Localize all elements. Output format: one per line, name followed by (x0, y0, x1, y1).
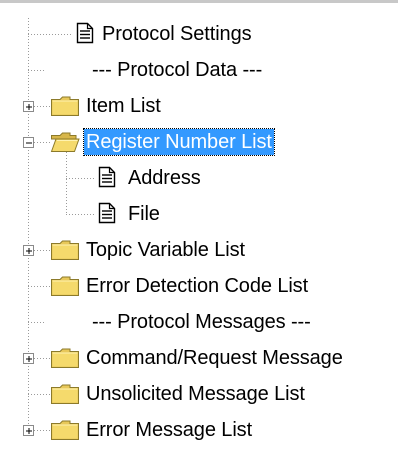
folder-icon (50, 274, 80, 298)
tree-item-label: Unsolicited Message List (86, 383, 305, 405)
tree-item-file[interactable]: File (98, 196, 162, 232)
tree-item-item-list[interactable]: Item List (50, 88, 163, 124)
tree-item-label: --- Protocol Data --- (92, 59, 263, 81)
open-folder-icon (50, 130, 80, 154)
tree-item-protocol-messages-separator[interactable]: --- Protocol Messages --- (90, 304, 313, 340)
folder-icon (50, 94, 80, 118)
folder-icon (50, 346, 80, 370)
tree-item-label: Error Message List (86, 419, 253, 441)
tree-item-label: Register Number List (83, 128, 275, 156)
tree-item-label: Protocol Settings (102, 23, 252, 45)
tree-item-topic-variable-list[interactable]: Topic Variable List (50, 232, 247, 268)
document-icon (98, 166, 116, 190)
tree-item-label: Error Detection Code List (86, 275, 309, 297)
tree-item-label: File (128, 203, 160, 225)
tree-item-label: Topic Variable List (86, 239, 245, 261)
plus-icon (26, 428, 32, 434)
tree-item-label: Address (128, 167, 201, 189)
tree-item-error-detection-code-list[interactable]: Error Detection Code List (50, 268, 310, 304)
tree-item-register-number-list[interactable]: Register Number List (50, 124, 275, 160)
expand-command-request-message-button[interactable] (23, 353, 34, 364)
expand-item-list-button[interactable] (23, 101, 34, 112)
tree-item-command-request-message[interactable]: Command/Request Message (50, 340, 345, 376)
expand-topic-variable-list-button[interactable] (23, 245, 34, 256)
tree-item-label: Item List (86, 95, 161, 117)
folder-icon (50, 418, 80, 442)
plus-icon (26, 104, 32, 110)
tree-item-address[interactable]: Address (98, 160, 203, 196)
tree-item-error-message-list[interactable]: Error Message List (50, 412, 254, 448)
tree-item-protocol-settings[interactable]: Protocol Settings (76, 16, 254, 52)
minus-icon (26, 142, 32, 144)
plus-icon (26, 356, 32, 362)
document-icon (98, 202, 116, 226)
tree-item-label: Command/Request Message (86, 347, 343, 369)
tree-item-label: --- Protocol Messages --- (92, 311, 311, 333)
folder-icon (50, 382, 80, 406)
document-icon (76, 22, 94, 46)
tree-item-protocol-data-separator[interactable]: --- Protocol Data --- (90, 52, 264, 88)
plus-icon (26, 248, 32, 254)
tree-item-unsolicited-message-list[interactable]: Unsolicited Message List (50, 376, 307, 412)
tree-view[interactable]: Protocol Settings --- Protocol Data --- … (0, 0, 398, 453)
collapse-register-number-list-button[interactable] (23, 137, 34, 148)
folder-icon (50, 238, 80, 262)
expand-error-message-list-button[interactable] (23, 425, 34, 436)
